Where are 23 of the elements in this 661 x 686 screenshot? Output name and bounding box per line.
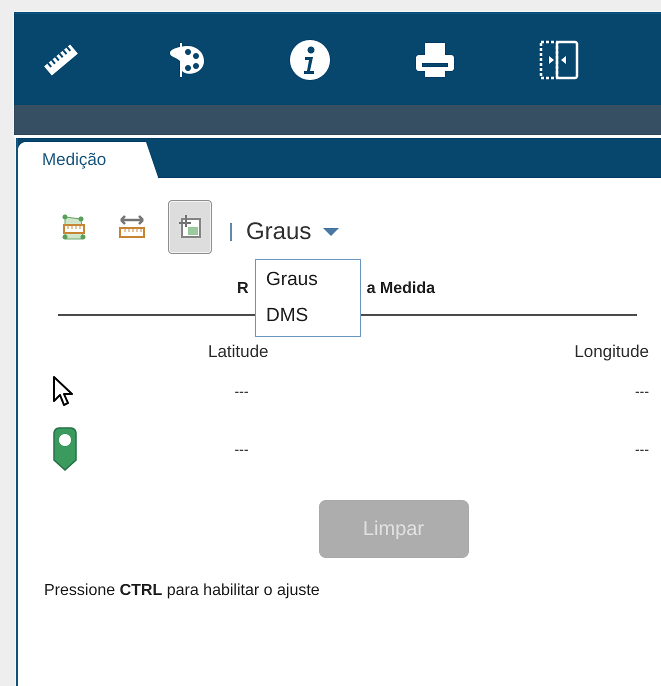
location-grid-icon	[176, 213, 204, 241]
printer-icon	[414, 40, 455, 78]
unit-dropdown[interactable]: Graus	[246, 218, 340, 246]
info-icon	[290, 40, 330, 80]
cursor-icon	[52, 375, 76, 407]
map-pin-icon	[52, 426, 78, 472]
menu-option[interactable]: DMS	[256, 298, 360, 334]
distance-ruler-icon	[117, 214, 147, 240]
caret-icon	[323, 228, 340, 236]
table-cell-text: ---	[634, 383, 649, 399]
table-cell-text: ---	[234, 441, 250, 457]
area-ruler-icon	[61, 213, 87, 241]
column-header: Longitude	[573, 342, 649, 362]
split-panel-icon	[538, 40, 579, 80]
heading-text: a Medida	[366, 280, 436, 299]
tool-button[interactable]	[168, 200, 212, 254]
tab[interactable]: Medição	[18, 142, 158, 178]
hint-text: Pressione CTRL para habilitar o ajuste	[43, 581, 321, 600]
heading-text: R	[237, 280, 249, 299]
menu-option[interactable]: Graus	[256, 262, 360, 298]
column-header: Latitude	[207, 342, 270, 362]
table-cell-text: ---	[234, 383, 250, 399]
table-cell-text: ---	[634, 441, 649, 457]
